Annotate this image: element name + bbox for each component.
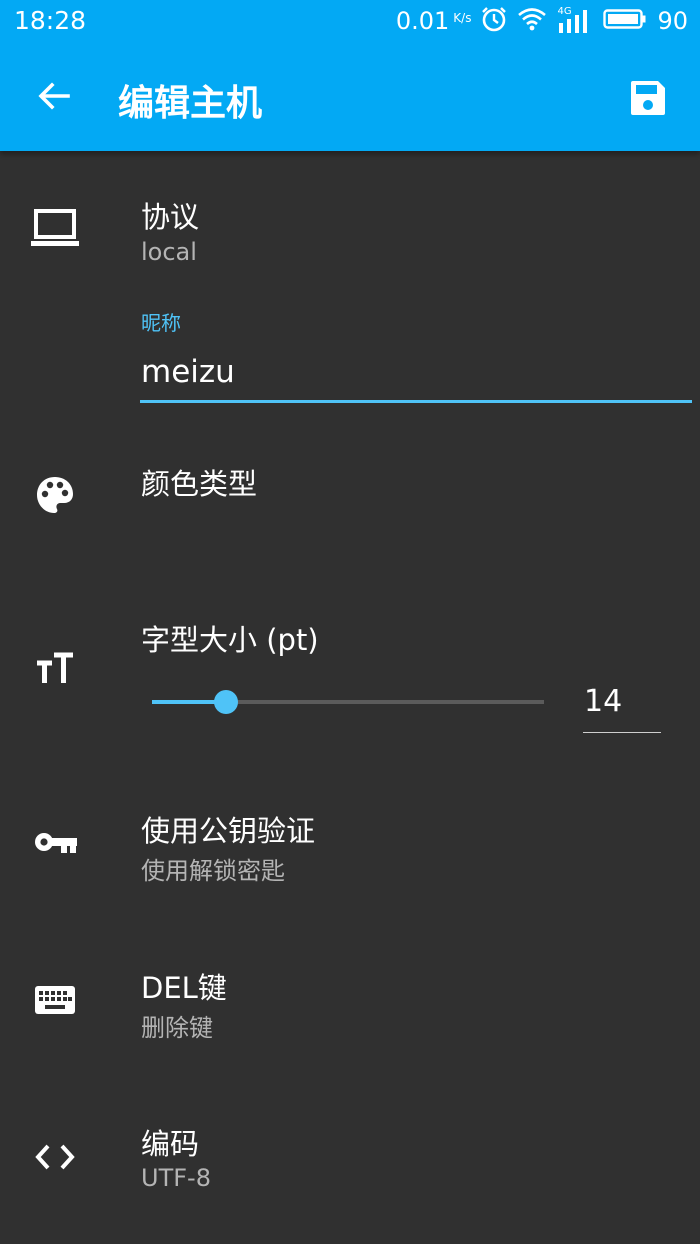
slider-thumb[interactable] xyxy=(214,690,239,714)
save-button[interactable] xyxy=(616,66,680,130)
text-size-icon xyxy=(30,644,80,694)
protocol-value: local xyxy=(141,238,197,266)
protocol-title: 协议 xyxy=(141,200,200,234)
font-size-title: 字型大小 (pt) xyxy=(141,623,319,657)
keyboard-icon xyxy=(30,975,80,1025)
network-speed-unit: K/s xyxy=(453,11,472,25)
laptop-icon xyxy=(30,203,80,253)
arrow-left-icon xyxy=(38,82,70,110)
network-speed: 0.01 K/s xyxy=(396,7,472,35)
del-key-title: DEL键 xyxy=(141,971,227,1005)
font-size-underline xyxy=(583,732,661,733)
pubkey-title: 使用公钥验证 xyxy=(141,814,316,848)
status-icons: 0.01 K/s 4G 90 xyxy=(396,4,688,38)
encoding-value: UTF-8 xyxy=(141,1164,211,1192)
floppy-disk-icon xyxy=(631,81,665,115)
key-icon xyxy=(30,818,80,868)
nickname-input[interactable]: meizu xyxy=(141,354,235,390)
pubkey-value: 使用解锁密匙 xyxy=(141,857,285,885)
network-speed-value: 0.01 xyxy=(395,7,450,35)
status-bar: 18:28 0.01 K/s 4G 90 xyxy=(0,0,700,42)
status-time: 18:28 xyxy=(14,6,87,35)
battery-icon xyxy=(603,7,647,35)
nickname-label: 昵称 xyxy=(141,311,181,335)
back-button[interactable] xyxy=(26,68,82,124)
color-scheme-title: 颜色类型 xyxy=(141,467,258,501)
page-title: 编辑主机 xyxy=(118,83,263,124)
palette-icon xyxy=(30,470,80,520)
app-header: 18:28 0.01 K/s 4G 90 编辑主机 xyxy=(0,0,700,151)
del-key-value: 删除键 xyxy=(141,1014,213,1042)
wifi-icon xyxy=(517,7,547,35)
font-size-slider[interactable] xyxy=(152,690,544,714)
cell-signal-icon: 4G xyxy=(557,6,593,34)
battery-level: 90 xyxy=(657,7,688,35)
toolbar: 编辑主机 xyxy=(0,42,700,151)
font-size-input[interactable]: 14 xyxy=(584,684,622,719)
encoding-title: 编码 xyxy=(141,1127,200,1161)
alarm-icon xyxy=(481,6,507,36)
nickname-underline xyxy=(140,400,692,403)
code-brackets-icon xyxy=(30,1132,80,1182)
